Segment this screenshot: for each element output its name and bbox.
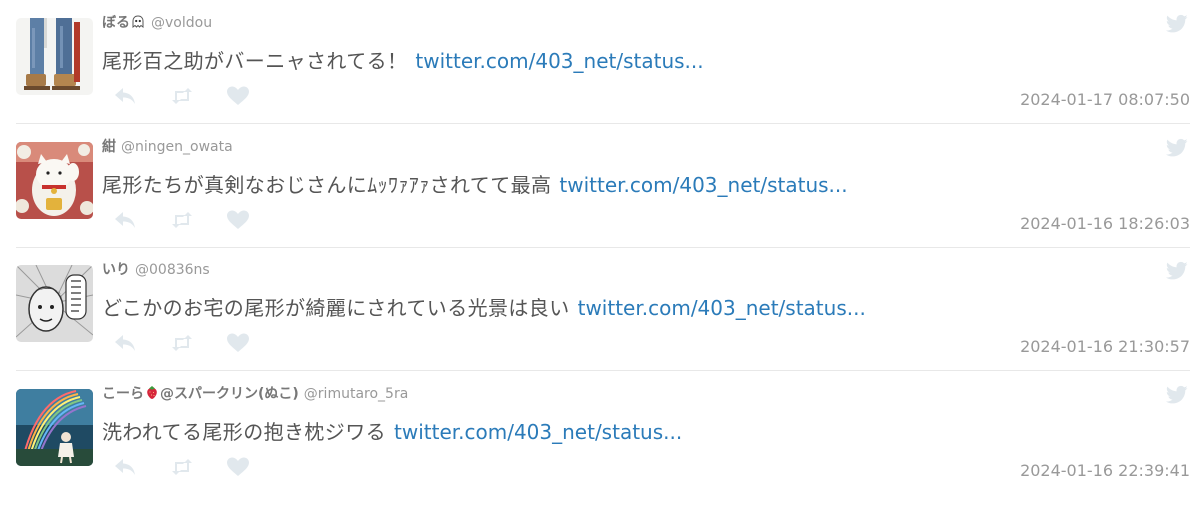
- heart-icon[interactable]: [225, 455, 251, 479]
- tweet-text-body: どこかのお宅の尾形が綺麗にされている光景は良い: [102, 296, 570, 320]
- display-name[interactable]: 紺: [102, 139, 116, 155]
- tweet-link[interactable]: twitter.com/403_net/status...: [415, 49, 703, 73]
- retweet-icon[interactable]: [169, 455, 195, 479]
- tweet: 紺 @ningen_owata 尾形たちが真剣なおじさんにﾑｯﾜｧｱｧされてて最高…: [0, 124, 1200, 248]
- timestamp[interactable]: 2024-01-17 08:07:50: [1020, 90, 1190, 109]
- reply-icon[interactable]: [113, 455, 139, 479]
- retweet-icon[interactable]: [169, 84, 195, 108]
- strawberry-emoji-icon: [145, 385, 159, 406]
- avatar[interactable]: [16, 389, 93, 466]
- reply-icon[interactable]: [113, 208, 139, 232]
- manga-face-avatar: [16, 265, 93, 342]
- display-name-suffix: @スパークリン(ぬこ): [160, 386, 299, 402]
- twitter-bird-icon[interactable]: [1165, 14, 1188, 34]
- avatar[interactable]: [16, 18, 93, 95]
- reply-icon[interactable]: [113, 331, 139, 355]
- tweet-text: 尾形たちが真剣なおじさんにﾑｯﾜｧｱｧされてて最高 twitter.com/403…: [102, 170, 848, 200]
- tweet: いり @00836ns どこかのお宅の尾形が綺麗にされている光景は良い twitte…: [0, 247, 1200, 371]
- rainbow-figure-avatar: [16, 389, 93, 466]
- display-name[interactable]: いり: [102, 262, 130, 278]
- heart-icon[interactable]: [225, 208, 251, 232]
- tweet-link[interactable]: twitter.com/403_net/status...: [394, 420, 682, 444]
- heart-icon[interactable]: [225, 331, 251, 355]
- display-name[interactable]: ぼる: [102, 15, 130, 31]
- screen-name[interactable]: @ningen_owata: [121, 139, 233, 155]
- tweet: ぼる @voldou 尾形百之助がバーニャされてる！ twitter.com/403…: [0, 0, 1200, 124]
- legs-jeans-avatar: [16, 18, 93, 95]
- avatar[interactable]: [16, 142, 93, 219]
- tweet-header: いり @00836ns: [102, 260, 210, 280]
- timestamp[interactable]: 2024-01-16 22:39:41: [1020, 461, 1190, 480]
- tweet-header: 紺 @ningen_owata: [102, 137, 233, 157]
- tweet-header: ぼる @voldou: [102, 13, 212, 33]
- tweet-text: 尾形百之助がバーニャされてる！ twitter.com/403_net/statu…: [102, 46, 704, 76]
- twitter-bird-icon[interactable]: [1165, 385, 1188, 405]
- tweet: こーら @スパークリン(ぬこ) @rimutaro_5ra 洗われてる尾形の抱き枕ジ…: [0, 371, 1200, 495]
- screen-name[interactable]: @rimutaro_5ra: [304, 386, 408, 402]
- tweet-text: 洗われてる尾形の抱き枕ジワる twitter.com/403_net/status…: [102, 417, 682, 447]
- timestamp[interactable]: 2024-01-16 18:26:03: [1020, 214, 1190, 233]
- display-name[interactable]: こーら @スパークリン(ぬこ): [102, 386, 299, 402]
- tweet-link[interactable]: twitter.com/403_net/status...: [559, 173, 847, 197]
- screen-name[interactable]: @00836ns: [135, 262, 210, 278]
- tweet-text-body: 尾形百之助がバーニャされてる！: [102, 49, 408, 73]
- tweet-text-body: 洗われてる尾形の抱き枕ジワる: [102, 420, 386, 444]
- heart-icon[interactable]: [225, 84, 251, 108]
- timestamp[interactable]: 2024-01-16 21:30:57: [1020, 337, 1190, 356]
- twitter-bird-icon[interactable]: [1165, 261, 1188, 281]
- screen-name[interactable]: @voldou: [151, 15, 212, 31]
- tweet-header: こーら @スパークリン(ぬこ) @rimutaro_5ra: [102, 384, 408, 404]
- display-name-prefix: こーら: [102, 386, 144, 402]
- tweet-text-body: 尾形たちが真剣なおじさんにﾑｯﾜｧｱｧされてて最高: [102, 173, 552, 197]
- reply-icon[interactable]: [113, 84, 139, 108]
- avatar[interactable]: [16, 265, 93, 342]
- retweet-icon[interactable]: [169, 208, 195, 232]
- tweet-link[interactable]: twitter.com/403_net/status...: [578, 296, 866, 320]
- maneki-neko-avatar: [16, 142, 93, 219]
- twitter-bird-icon[interactable]: [1165, 138, 1188, 158]
- retweet-icon[interactable]: [169, 331, 195, 355]
- ghost-emoji-icon: [131, 15, 145, 35]
- tweet-text: どこかのお宅の尾形が綺麗にされている光景は良い twitter.com/403_n…: [102, 293, 866, 323]
